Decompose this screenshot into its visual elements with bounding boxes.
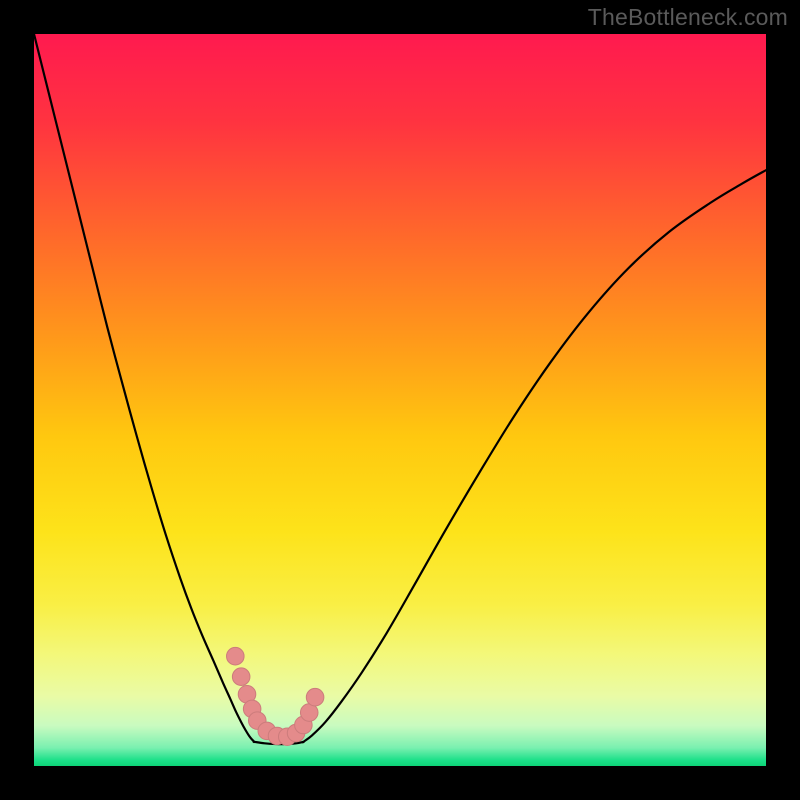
- outer-frame: TheBottleneck.com: [0, 0, 800, 800]
- watermark-text: TheBottleneck.com: [588, 4, 788, 31]
- plot-area: [34, 34, 766, 766]
- bead: [232, 668, 250, 686]
- bead: [306, 688, 324, 706]
- highlight-beads: [34, 34, 766, 766]
- bead: [227, 647, 245, 665]
